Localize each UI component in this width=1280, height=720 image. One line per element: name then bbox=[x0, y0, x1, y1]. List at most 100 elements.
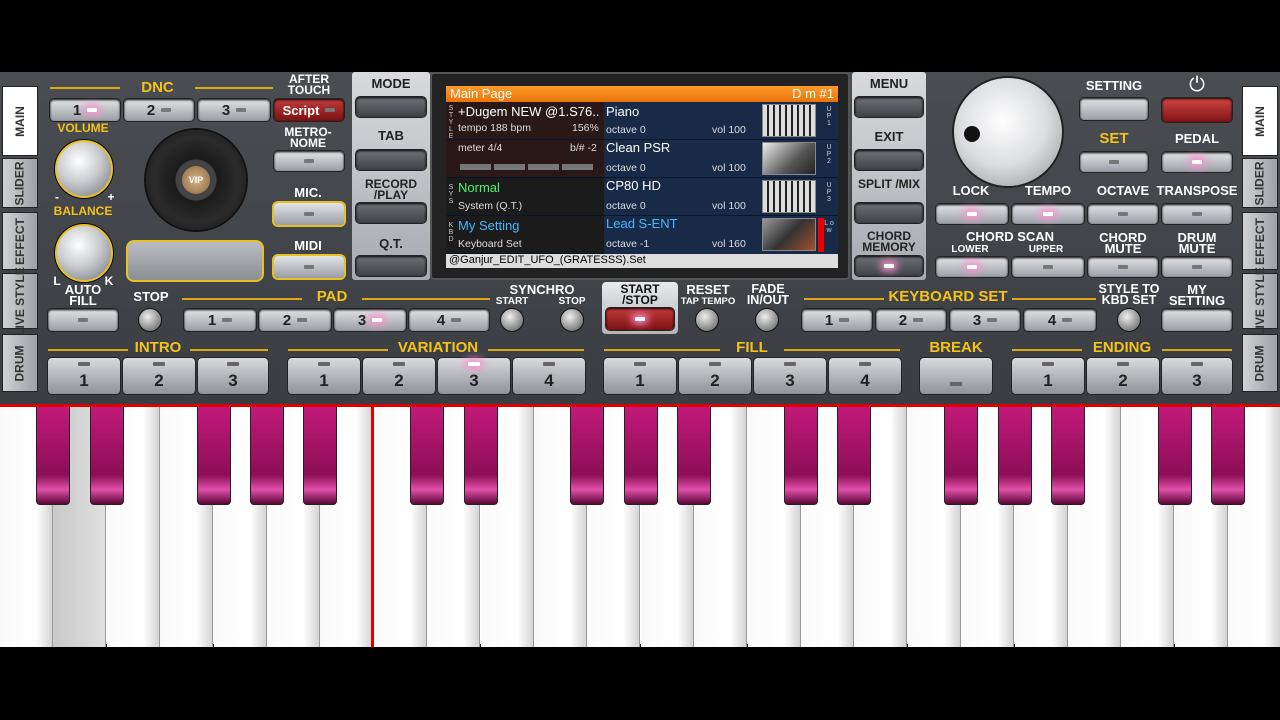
black-key[interactable] bbox=[997, 407, 1032, 505]
voice-upper-3[interactable]: CP80 HD octave 0 vol 100 U P 3 bbox=[604, 178, 838, 216]
voice-upper-2[interactable]: Clean PSR octave 0 vol 100 U P 2 bbox=[604, 140, 838, 178]
pedal-button[interactable] bbox=[1162, 152, 1232, 172]
variation-line-left bbox=[288, 349, 388, 351]
chord-scan-lower-button[interactable] bbox=[936, 257, 1008, 277]
voice-upper-1[interactable]: Piano octave 0 vol 100 U P 1 bbox=[604, 102, 838, 140]
kbd-set-button-4[interactable]: 4 bbox=[1024, 309, 1096, 331]
data-dial[interactable] bbox=[954, 78, 1062, 186]
exit-button[interactable] bbox=[855, 150, 923, 170]
style-to-kbd-button[interactable] bbox=[1117, 308, 1141, 332]
pad-button-3[interactable]: 3 bbox=[334, 309, 406, 331]
side-tab-effect-right[interactable]: EFFECT bbox=[1242, 212, 1278, 270]
fill-button-2[interactable]: 2 bbox=[679, 358, 751, 394]
black-key[interactable] bbox=[784, 407, 818, 505]
black-key[interactable] bbox=[677, 407, 712, 505]
intro-button-2[interactable]: 2 bbox=[123, 358, 195, 394]
intro-button-3[interactable]: 3 bbox=[198, 358, 268, 394]
variation-button-2[interactable]: 2 bbox=[363, 358, 435, 394]
variation-button-1[interactable]: 1 bbox=[288, 358, 360, 394]
tempo-button[interactable] bbox=[1012, 204, 1084, 224]
dnc-button-3[interactable]: 3 bbox=[198, 99, 270, 121]
black-key[interactable] bbox=[196, 407, 231, 505]
ending-button-2[interactable]: 2 bbox=[1087, 358, 1159, 394]
black-key[interactable] bbox=[1211, 407, 1246, 505]
side-tab-main-left[interactable]: MAIN bbox=[2, 86, 38, 156]
side-tab-live-style-right[interactable]: LIVE STYLE bbox=[1242, 267, 1278, 335]
chord-scan-upper-button[interactable] bbox=[1012, 257, 1084, 277]
volume-knob[interactable] bbox=[55, 140, 113, 198]
black-key[interactable] bbox=[410, 407, 445, 505]
side-tab-drum-right[interactable]: DRUM bbox=[1242, 334, 1278, 392]
setting-button[interactable] bbox=[1080, 98, 1148, 120]
side-tab-slider-right[interactable]: SLIDER bbox=[1242, 158, 1278, 208]
variation-button-4[interactable]: 4 bbox=[513, 358, 585, 394]
split-mix-button[interactable] bbox=[855, 203, 923, 223]
black-key[interactable] bbox=[837, 407, 872, 505]
menu-button[interactable] bbox=[855, 97, 923, 117]
auto-fill-button[interactable] bbox=[48, 309, 118, 331]
set-button[interactable] bbox=[1080, 152, 1148, 172]
midi-button[interactable] bbox=[274, 256, 344, 278]
dnc-button-1[interactable]: 1 bbox=[50, 99, 120, 121]
black-key[interactable] bbox=[303, 407, 338, 505]
dnc-button-2[interactable]: 2 bbox=[124, 99, 194, 121]
fill-button-3[interactable]: 3 bbox=[754, 358, 826, 394]
qt-button[interactable] bbox=[356, 256, 426, 276]
led-indicator bbox=[393, 362, 405, 366]
ending-button-3[interactable]: 3 bbox=[1162, 358, 1232, 394]
lock-button[interactable] bbox=[936, 204, 1008, 224]
black-key[interactable] bbox=[36, 407, 71, 505]
black-key[interactable] bbox=[1157, 407, 1192, 505]
chord-memory-button[interactable] bbox=[855, 256, 923, 276]
script-button[interactable]: Script bbox=[274, 99, 344, 121]
voice-name: CP80 HD bbox=[606, 178, 661, 193]
variation-button-3[interactable]: 3 bbox=[438, 358, 510, 394]
black-key[interactable] bbox=[89, 407, 124, 505]
touch-pad[interactable] bbox=[126, 240, 264, 282]
side-tab-drum-left[interactable]: DRUM bbox=[2, 334, 38, 392]
start-stop-button[interactable] bbox=[606, 308, 674, 330]
kbd-set-button-3[interactable]: 3 bbox=[950, 309, 1020, 331]
side-tab-slider-left[interactable]: SLIDER bbox=[2, 158, 38, 208]
black-key[interactable] bbox=[463, 407, 498, 505]
mode-button[interactable] bbox=[356, 97, 426, 117]
logo-disc: VIP bbox=[146, 130, 246, 230]
fill-button-1[interactable]: 1 bbox=[604, 358, 676, 394]
chord-mute-button[interactable] bbox=[1088, 257, 1158, 277]
black-key[interactable] bbox=[944, 407, 979, 505]
black-key[interactable] bbox=[1051, 407, 1085, 505]
power-button[interactable] bbox=[1162, 98, 1232, 122]
tab-button[interactable] bbox=[356, 150, 426, 170]
menu-label: MENU bbox=[869, 76, 909, 91]
intro-button-1[interactable]: 1 bbox=[48, 358, 120, 394]
black-key[interactable] bbox=[623, 407, 658, 505]
synchro-stop-button[interactable] bbox=[560, 308, 584, 332]
my-setting-button[interactable] bbox=[1162, 309, 1232, 331]
voice-lower[interactable]: Lead S-ENT octave -1 vol 160 L o w bbox=[604, 216, 838, 254]
mic-button[interactable] bbox=[274, 203, 344, 225]
side-tab-main-right[interactable]: MAIN bbox=[1242, 86, 1278, 156]
side-tab-effect-left[interactable]: EFFECT bbox=[2, 212, 38, 270]
transpose-button[interactable] bbox=[1162, 204, 1232, 224]
kbd-set-button-2[interactable]: 2 bbox=[876, 309, 946, 331]
break-button[interactable] bbox=[920, 358, 992, 394]
pad-button-4[interactable]: 4 bbox=[409, 309, 489, 331]
power-icon[interactable]: ⏻ bbox=[1186, 74, 1208, 96]
metronome-button[interactable] bbox=[274, 151, 344, 171]
intro-line-left bbox=[48, 349, 128, 351]
octave-button[interactable] bbox=[1088, 204, 1158, 224]
synchro-start-button[interactable] bbox=[500, 308, 524, 332]
drum-mute-button[interactable] bbox=[1162, 257, 1232, 277]
pad-button-1[interactable]: 1 bbox=[184, 309, 256, 331]
fill-button-4[interactable]: 4 bbox=[829, 358, 901, 394]
pad-stop-button[interactable] bbox=[138, 308, 162, 332]
kbd-set-button-1[interactable]: 1 bbox=[802, 309, 872, 331]
black-key[interactable] bbox=[250, 407, 284, 505]
pad-button-2[interactable]: 2 bbox=[259, 309, 331, 331]
ending-button-1[interactable]: 1 bbox=[1012, 358, 1084, 394]
side-tab-live-style-left[interactable]: LIVE STYLE bbox=[2, 267, 38, 335]
reset-tap-tempo-button[interactable] bbox=[695, 308, 719, 332]
record-play-button[interactable] bbox=[356, 203, 426, 223]
black-key[interactable] bbox=[570, 407, 605, 505]
fade-button[interactable] bbox=[755, 308, 779, 332]
